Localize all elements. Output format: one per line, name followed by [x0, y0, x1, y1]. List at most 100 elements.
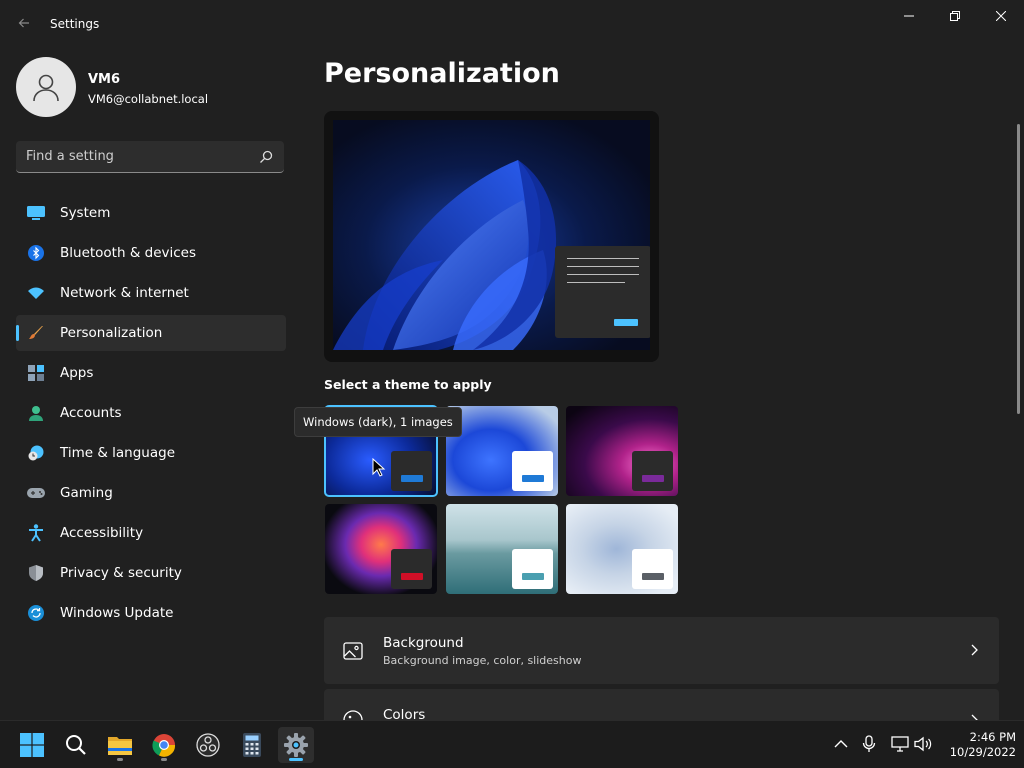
sidebar-item-label: Windows Update [60, 605, 174, 621]
theme-accent-bar [401, 573, 423, 580]
network-button[interactable] [891, 735, 909, 753]
theme-sunrise[interactable] [446, 504, 558, 594]
monitor-icon [27, 204, 45, 222]
search-input[interactable] [26, 141, 246, 172]
theme-accent-bar [401, 475, 423, 482]
mouse-cursor-icon [372, 458, 386, 477]
sidebar-item-time-language[interactable]: Time & language [16, 435, 286, 471]
theme-flow[interactable] [566, 504, 678, 594]
search-box[interactable] [16, 141, 284, 173]
preview-line [567, 274, 639, 275]
wifi-icon [27, 284, 45, 302]
preview-wallpaper [333, 120, 650, 350]
restore-icon [950, 11, 960, 21]
preview-button [614, 319, 638, 326]
taskbar-file-explorer[interactable] [102, 727, 138, 763]
accessibility-icon [27, 524, 45, 542]
obs-icon [196, 733, 220, 757]
theme-accent-bar [642, 573, 664, 580]
image-icon [343, 642, 363, 660]
show-hidden-icons-button[interactable] [832, 735, 850, 753]
window-title: Settings [50, 17, 100, 31]
back-button[interactable] [10, 10, 38, 38]
search-icon [260, 150, 273, 163]
sidebar-item-gaming[interactable]: Gaming [16, 475, 286, 511]
paintbrush-icon [27, 324, 45, 342]
update-icon [27, 604, 45, 622]
theme-mini-window [391, 451, 432, 491]
colors-card[interactable]: Colors [324, 689, 999, 720]
chevron-right-icon [971, 644, 978, 656]
user-name: VM6 [88, 72, 121, 87]
sidebar-item-label: Apps [60, 365, 94, 381]
microphone-button[interactable] [860, 735, 878, 753]
sidebar-item-network[interactable]: Network & internet [16, 275, 286, 311]
taskbar-clock[interactable]: 2:46 PM 10/29/2022 [940, 730, 1016, 760]
theme-mini-window [512, 451, 553, 491]
avatar [16, 57, 76, 117]
taskbar-chrome[interactable] [146, 727, 182, 763]
sidebar-item-label: Accounts [60, 405, 122, 421]
sidebar-item-accessibility[interactable]: Accessibility [16, 515, 286, 551]
search-icon [66, 735, 86, 755]
background-card[interactable]: Background Background image, color, slid… [324, 617, 999, 684]
sidebar-item-personalization[interactable]: Personalization [16, 315, 286, 351]
taskbar-obs[interactable] [190, 727, 226, 763]
taskbar: 2:46 PM 10/29/2022 [0, 720, 1024, 768]
theme-preview [324, 111, 659, 362]
theme-accent-bar [522, 475, 544, 482]
card-subtitle: Background image, color, slideshow [383, 654, 582, 667]
scrollbar[interactable] [1017, 124, 1020, 414]
theme-mini-window [632, 451, 673, 491]
clock-date: 10/29/2022 [949, 745, 1016, 759]
volume-button[interactable] [914, 735, 932, 753]
theme-windows-light[interactable] [446, 406, 558, 496]
sidebar-item-windows-update[interactable]: Windows Update [16, 595, 286, 631]
clock-globe-icon [27, 444, 45, 462]
sidebar-item-label: Gaming [60, 485, 113, 501]
preview-line [567, 282, 625, 283]
clock-time: 2:46 PM [969, 730, 1016, 744]
running-indicator [117, 758, 123, 761]
sidebar-item-label: Time & language [60, 445, 176, 461]
sidebar-item-accounts[interactable]: Accounts [16, 395, 286, 431]
preview-line [567, 266, 639, 267]
sidebar-item-apps[interactable]: Apps [16, 355, 286, 391]
person-icon [33, 74, 59, 102]
taskbar-settings[interactable] [278, 727, 314, 763]
theme-glow[interactable] [566, 406, 678, 496]
microphone-icon [862, 735, 876, 752]
themes-label: Select a theme to apply [324, 377, 492, 392]
theme-tooltip: Windows (dark), 1 images [294, 407, 462, 437]
card-title: Background [383, 635, 464, 651]
sidebar-item-bluetooth[interactable]: Bluetooth & devices [16, 235, 286, 271]
running-indicator [161, 758, 167, 761]
chevron-right-icon [971, 714, 978, 720]
shield-icon [27, 564, 45, 582]
close-button[interactable] [978, 0, 1024, 32]
preview-window [555, 246, 650, 338]
sidebar-item-privacy[interactable]: Privacy & security [16, 555, 286, 591]
minimize-button[interactable] [886, 0, 932, 32]
sidebar-item-label: Bluetooth & devices [60, 245, 197, 261]
minimize-icon [904, 15, 914, 17]
restore-button[interactable] [932, 0, 978, 32]
gamepad-icon [27, 484, 45, 502]
taskbar-search-button[interactable] [58, 727, 94, 763]
sidebar-item-label: Privacy & security [60, 565, 182, 581]
gear-icon [284, 733, 308, 757]
taskbar-calculator[interactable] [234, 727, 270, 763]
page-title: Personalization [324, 58, 560, 89]
apps-icon [27, 364, 45, 382]
sidebar-item-system[interactable]: System [16, 195, 286, 231]
preview-line [567, 258, 639, 259]
card-title: Colors [383, 707, 426, 720]
start-button[interactable] [14, 727, 50, 763]
user-email: VM6@collabnet.local [88, 92, 209, 106]
user-profile[interactable]: VM6 VM6@collabnet.local [16, 57, 286, 119]
bluetooth-icon [27, 244, 45, 262]
chrome-icon [152, 734, 176, 757]
arrow-left-icon [18, 18, 29, 28]
theme-captured-motion[interactable] [325, 504, 437, 594]
sidebar-item-label: System [60, 205, 111, 221]
